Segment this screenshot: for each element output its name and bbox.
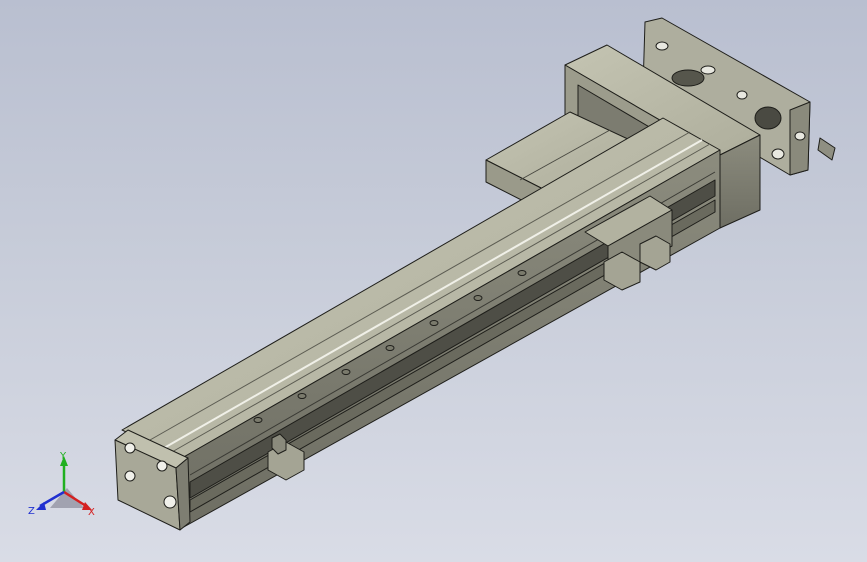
beam-hole — [429, 320, 439, 326]
orientation-triad[interactable]: Y X Z — [22, 448, 112, 528]
beam-hole — [297, 393, 307, 399]
y-axis-label: Y — [59, 451, 67, 462]
beam-hole — [473, 295, 483, 301]
flange-shaft-tip — [817, 137, 836, 161]
flange-bore — [754, 106, 782, 130]
flange-hole — [700, 65, 716, 75]
flange-hole — [736, 90, 748, 100]
end-cap-hole — [124, 442, 136, 454]
x-axis-label: X — [88, 507, 95, 518]
flange-slot — [671, 69, 705, 87]
end-cap-hole — [163, 495, 177, 509]
end-cap-hole — [124, 470, 136, 482]
beam-top-rail-shadow — [171, 143, 711, 453]
end-cap-hole — [156, 460, 168, 472]
beam-top-face — [121, 117, 721, 459]
beam-hole — [385, 345, 395, 351]
cad-viewport[interactable]: Y X Z — [0, 0, 867, 562]
flange-hole — [771, 148, 785, 160]
beam-hole — [341, 369, 351, 375]
flange-hole — [655, 41, 669, 51]
flange-hole — [794, 131, 806, 141]
beam-hole — [253, 417, 263, 423]
linear-actuator-model[interactable] — [0, 0, 867, 562]
z-axis-label: Z — [28, 506, 35, 517]
beam-top-rail-line — [163, 139, 703, 449]
beam-hole — [517, 270, 527, 276]
